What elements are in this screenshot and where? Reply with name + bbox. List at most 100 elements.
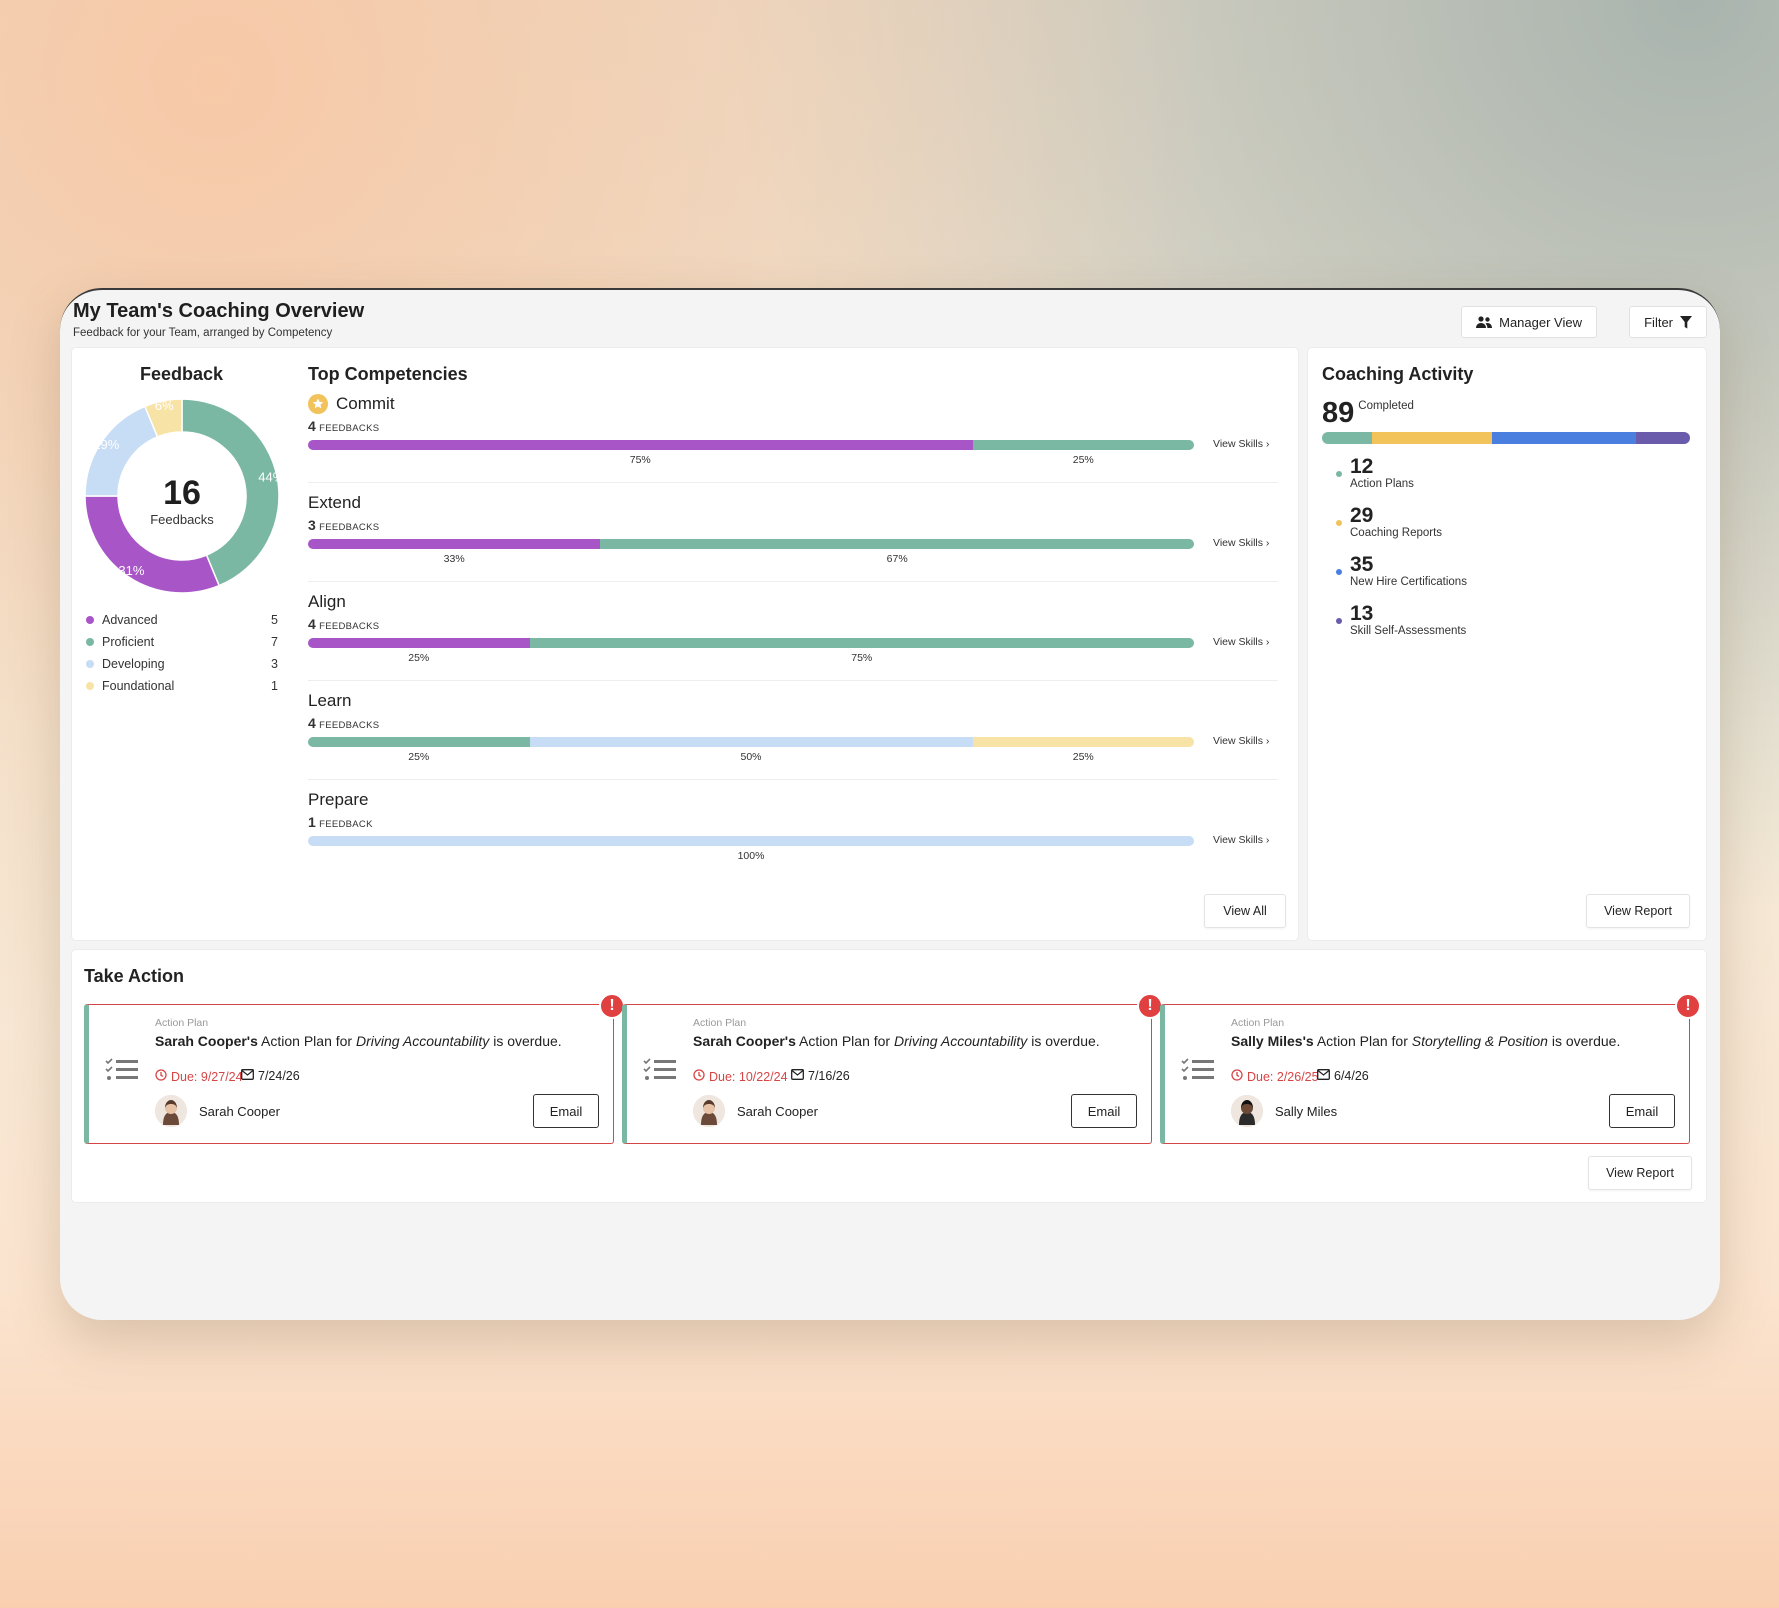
stat-label: Action Plans bbox=[1350, 478, 1414, 490]
envelope-icon bbox=[241, 1069, 254, 1083]
completed-count: 89 bbox=[1322, 397, 1355, 429]
bar-segment bbox=[600, 539, 1194, 549]
sent-date: 6/4/26 bbox=[1334, 1069, 1369, 1083]
clock-icon bbox=[1231, 1069, 1243, 1084]
legend-item-developing: Developing 3 bbox=[86, 653, 278, 675]
email-button[interactable]: Email bbox=[1609, 1094, 1675, 1128]
avatar bbox=[693, 1095, 725, 1127]
card-sent: 7/24/26 bbox=[241, 1069, 300, 1083]
view-skills-link[interactable]: View Skills › bbox=[1213, 636, 1269, 648]
stat-number: 29 bbox=[1350, 504, 1374, 527]
card-person: Sarah Cooper's bbox=[693, 1033, 796, 1049]
view-skills-label: View Skills bbox=[1213, 636, 1263, 648]
coaching-stat-action-plans: 12 Action Plans bbox=[1336, 455, 1414, 490]
card-sent: 7/16/26 bbox=[791, 1069, 850, 1083]
view-skills-link[interactable]: View Skills › bbox=[1213, 537, 1269, 549]
feedback-count-number: 4 bbox=[308, 418, 317, 434]
due-date: Due: 10/22/24 bbox=[709, 1069, 788, 1084]
page-header: My Team's Coaching Overview Feedback for… bbox=[73, 300, 1707, 348]
card-due: Due: 2/26/25 bbox=[1231, 1069, 1319, 1084]
competency-name: Align bbox=[308, 592, 346, 611]
email-button[interactable]: Email bbox=[533, 1094, 599, 1128]
competency-name-row: Prepare bbox=[308, 790, 1214, 810]
legend-dot bbox=[86, 638, 94, 646]
action-card[interactable]: ! Action Plan Sarah Cooper's Action Plan f… bbox=[84, 993, 625, 1144]
view-skills-label: View Skills bbox=[1213, 537, 1263, 549]
competency-learn: Learn 4 FEEDBACKS 25% 50% 25% View Skills › bbox=[308, 691, 1278, 781]
segment-pct-label: 100% bbox=[737, 850, 765, 862]
manager-view-button[interactable]: Manager View bbox=[1461, 306, 1597, 338]
competency-bar bbox=[308, 737, 1194, 747]
stat-dot bbox=[1336, 471, 1342, 477]
competency-commit: Commit 4 FEEDBACKS 75% 25% View Skills › bbox=[308, 394, 1278, 484]
action-card[interactable]: ! Action Plan Sally Miles's Action Plan fo… bbox=[1160, 993, 1701, 1144]
coaching-stat-skill-self-assessments: 13 Skill Self-Assessments bbox=[1336, 602, 1466, 637]
competency-name-row: Align bbox=[308, 592, 1214, 612]
segment-pct-label: 75% bbox=[629, 454, 651, 466]
action-view-report-button[interactable]: View Report bbox=[1588, 1156, 1692, 1190]
bar-segment bbox=[308, 737, 530, 747]
feedback-count-number: 4 bbox=[308, 715, 317, 731]
legend-label: Advanced bbox=[102, 613, 158, 627]
legend-count: 1 bbox=[271, 679, 278, 693]
view-skills-link[interactable]: View Skills › bbox=[1213, 834, 1269, 846]
envelope-icon bbox=[1317, 1069, 1330, 1083]
competency-name-row: Learn bbox=[308, 691, 1214, 711]
segment-pct-label: 50% bbox=[740, 751, 762, 763]
view-skills-link[interactable]: View Skills › bbox=[1213, 438, 1269, 450]
card-message-mid: Action Plan for bbox=[1313, 1033, 1412, 1049]
completed-summary: 89 Completed bbox=[1322, 398, 1414, 428]
card-person-name: Sarah Cooper bbox=[737, 1104, 818, 1119]
competency-name-row: Extend bbox=[308, 493, 1214, 513]
stat-number: 35 bbox=[1350, 553, 1374, 576]
legend-item-foundational: Foundational 1 bbox=[86, 675, 278, 697]
divider bbox=[308, 680, 1278, 681]
view-all-button[interactable]: View All bbox=[1204, 894, 1286, 928]
card-type: Action Plan bbox=[1231, 1017, 1285, 1029]
email-label: Email bbox=[549, 1103, 583, 1119]
sent-date: 7/24/26 bbox=[258, 1069, 300, 1083]
card-person: Sarah Cooper's bbox=[155, 1033, 258, 1049]
legend-label: Proficient bbox=[102, 635, 155, 649]
stat-dot bbox=[1336, 520, 1342, 526]
bar-segment bbox=[308, 638, 530, 648]
bar-segment bbox=[529, 737, 973, 747]
feedback-legend: Advanced 5 Proficient 7 Developing 3 Foundatio… bbox=[86, 609, 278, 697]
legend-label: Foundational bbox=[102, 679, 175, 693]
take-action-title: Take Action bbox=[84, 966, 185, 986]
card-topic: Driving Accountability bbox=[893, 1033, 1028, 1049]
filter-button[interactable]: Filter bbox=[1629, 306, 1707, 338]
feedback-total: 16 bbox=[163, 474, 201, 512]
competency-name: Commit bbox=[336, 394, 395, 413]
legend-count: 7 bbox=[271, 635, 278, 649]
competency-panel: Feedback 44% 31% 19% 6% 16 Feedbacks Advanc… bbox=[72, 348, 1298, 940]
competency-name: Prepare bbox=[308, 790, 369, 809]
stat-number: 12 bbox=[1350, 455, 1374, 478]
divider bbox=[308, 482, 1278, 483]
action-card[interactable]: ! Action Plan Sarah Cooper's Action Plan f… bbox=[622, 993, 1163, 1144]
sent-date: 7/16/26 bbox=[808, 1069, 850, 1083]
email-button[interactable]: Email bbox=[1071, 1094, 1137, 1128]
action-view-report-label: View Report bbox=[1606, 1166, 1674, 1180]
feedback-count-unit: FEEDBACKS bbox=[319, 423, 380, 434]
segment-pct-label: 75% bbox=[851, 652, 873, 664]
feedback-count-unit: FEEDBACKS bbox=[319, 621, 380, 632]
coaching-activity-panel: Coaching Activity 89 Completed 12 Action … bbox=[1308, 348, 1706, 940]
coaching-view-report-label: View Report bbox=[1604, 904, 1672, 918]
coaching-stat-coaching-reports: 29 Coaching Reports bbox=[1336, 504, 1443, 539]
card-person: Sally Miles's bbox=[1231, 1033, 1314, 1049]
stat-label: Coaching Reports bbox=[1350, 527, 1443, 539]
card-message-tail: is overdue. bbox=[489, 1033, 562, 1049]
checklist-icon bbox=[643, 1057, 677, 1088]
card-type: Action Plan bbox=[693, 1017, 747, 1029]
competency-name: Extend bbox=[308, 493, 361, 512]
card-topic: Driving Accountability bbox=[355, 1033, 490, 1049]
coaching-view-report-button[interactable]: View Report bbox=[1586, 894, 1690, 928]
avatar bbox=[1231, 1095, 1263, 1127]
card-due: Due: 10/22/24 bbox=[693, 1069, 788, 1084]
coaching-bar-segment bbox=[1371, 432, 1492, 444]
competency-prepare: Prepare 1 FEEDBACK 100% View Skills › bbox=[308, 790, 1269, 880]
segment-pct-label: 25% bbox=[1072, 454, 1094, 466]
stat-number: 13 bbox=[1350, 602, 1374, 625]
view-skills-link[interactable]: View Skills › bbox=[1213, 735, 1269, 747]
